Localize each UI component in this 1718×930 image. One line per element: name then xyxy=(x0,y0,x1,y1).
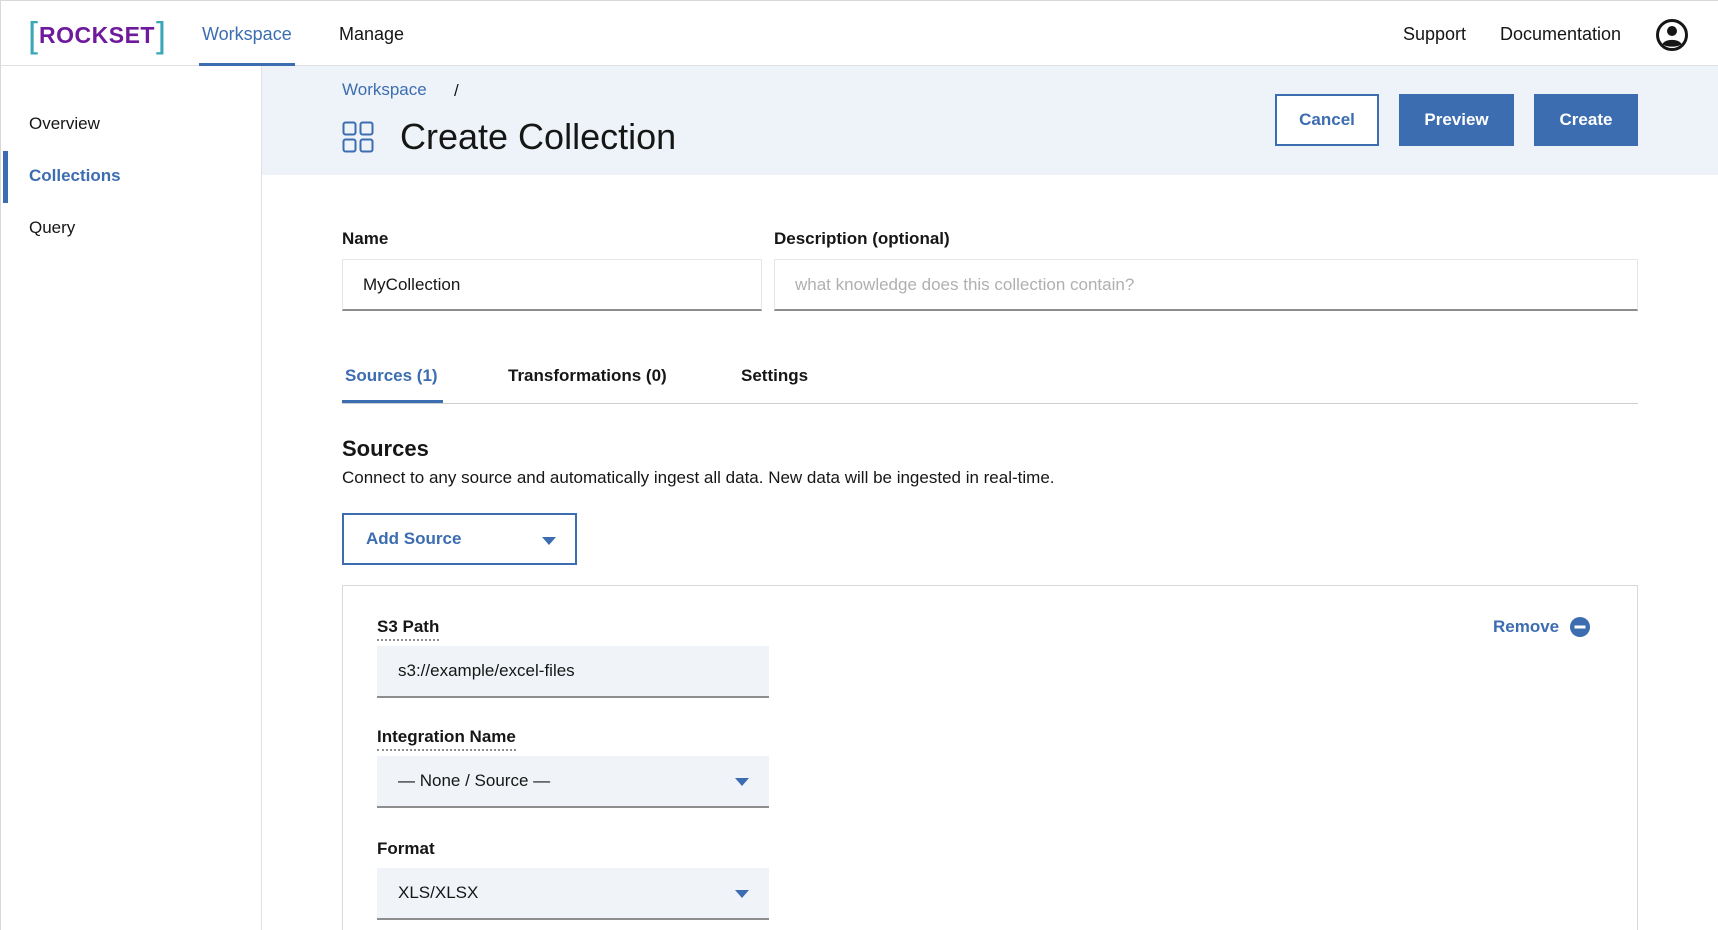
tab-active-indicator xyxy=(342,400,443,403)
remove-source-button[interactable]: Remove xyxy=(1493,616,1591,638)
breadcrumb-separator: / xyxy=(454,81,459,100)
add-source-label: Add Source xyxy=(366,529,462,548)
sidebar-active-indicator xyxy=(3,151,8,203)
nav-manage[interactable]: Manage xyxy=(339,24,404,45)
format-label: Format xyxy=(377,839,435,858)
nav-workspace[interactable]: Workspace xyxy=(202,24,292,45)
user-avatar-icon[interactable] xyxy=(1656,19,1688,51)
sources-description: Connect to any source and automatically … xyxy=(342,468,1055,487)
name-input[interactable]: MyCollection xyxy=(342,259,762,311)
sources-heading: Sources xyxy=(342,436,429,461)
grid-four-squares-icon xyxy=(342,121,374,153)
minus-circle-icon xyxy=(1570,617,1591,637)
s3-path-input[interactable]: s3://example/excel-files xyxy=(377,646,769,698)
chevron-down-icon xyxy=(542,537,556,545)
integration-name-value: — None / Source — xyxy=(398,771,551,790)
tab-settings[interactable]: Settings xyxy=(741,366,808,386)
create-button[interactable]: Create xyxy=(1534,94,1638,146)
page-title: Create Collection xyxy=(400,116,677,157)
description-input[interactable]: what knowledge does this collection cont… xyxy=(774,259,1638,311)
nav-documentation[interactable]: Documentation xyxy=(1500,24,1621,45)
integration-name-label: Integration Name xyxy=(377,727,516,751)
top-navigation-bar: [ ROCKSET ] Workspace Manage Support Doc… xyxy=(0,0,1718,66)
cancel-button[interactable]: Cancel xyxy=(1275,94,1379,146)
breadcrumb-workspace[interactable]: Workspace xyxy=(342,80,427,100)
s3-path-label: S3 Path xyxy=(377,617,440,641)
sidebar-item-collections[interactable]: Collections xyxy=(29,166,121,186)
chevron-down-icon xyxy=(735,890,749,898)
nav-support[interactable]: Support xyxy=(1403,24,1466,45)
sidebar: Overview Collections Query xyxy=(0,66,262,930)
sidebar-item-query[interactable]: Query xyxy=(29,218,75,238)
add-source-dropdown[interactable]: Add Source xyxy=(342,513,577,565)
format-value: XLS/XLSX xyxy=(398,883,479,902)
chevron-down-icon xyxy=(735,778,749,786)
logo-bracket-left: [ xyxy=(28,14,39,55)
remove-label: Remove xyxy=(1493,617,1560,636)
logo-text: ROCKSET xyxy=(39,21,155,48)
description-label: Description (optional) xyxy=(774,229,950,248)
tab-transformations[interactable]: Transformations (0) xyxy=(508,366,667,386)
logo-bracket-right: ] xyxy=(155,14,166,55)
tabs-divider xyxy=(342,403,1638,404)
tab-sources[interactable]: Sources (1) xyxy=(345,366,438,386)
rockset-logo[interactable]: [ ROCKSET ] xyxy=(28,14,166,55)
name-label: Name xyxy=(342,229,389,248)
format-select[interactable]: XLS/XLSX xyxy=(377,868,769,920)
preview-button[interactable]: Preview xyxy=(1399,94,1514,146)
sidebar-item-overview[interactable]: Overview xyxy=(29,114,100,134)
integration-name-select[interactable]: — None / Source — xyxy=(377,756,769,808)
